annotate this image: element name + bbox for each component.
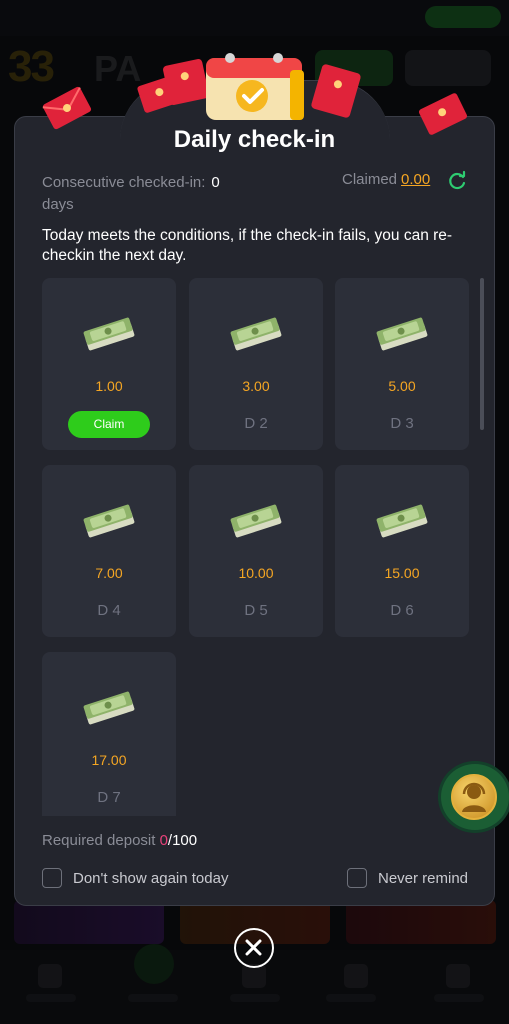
reward-amount: 15.00	[384, 565, 420, 581]
dialog-title: Daily check-in	[173, 126, 336, 153]
reward-card-day-7: 17.00 D 7	[42, 652, 176, 816]
reward-amount: 3.00	[242, 378, 270, 394]
reward-day-label: D 2	[244, 415, 268, 432]
reward-card-day-4: 7.00 D 4	[42, 465, 176, 637]
reward-card-day-5: 10.00 D 5	[189, 465, 323, 637]
claimed-value: 0.00	[401, 171, 431, 188]
close-dialog-button[interactable]	[234, 928, 274, 968]
red-envelope-icon	[42, 86, 92, 130]
close-icon	[245, 939, 262, 956]
reward-day-label: D 6	[390, 602, 414, 619]
red-envelope-icon	[311, 64, 361, 118]
money-stack-icon	[230, 317, 282, 351]
consecutive-value: 0	[211, 174, 220, 191]
never-remind-label[interactable]: Never remind	[378, 870, 468, 887]
never-remind-checkbox[interactable]	[347, 868, 367, 888]
dont-show-today-checkbox[interactable]	[42, 868, 62, 888]
reward-grid: 1.00 Claim 3.00 D 2 5.00 D 3 7.00 D 4 10…	[42, 278, 472, 816]
reward-amount: 1.00	[95, 378, 123, 394]
reward-day-label: D 4	[97, 602, 121, 619]
money-stack-icon	[83, 691, 135, 725]
deposit-current: 0	[159, 832, 168, 849]
reward-card-day-6: 15.00 D 6	[335, 465, 469, 637]
reward-grid-scrollbar[interactable]	[480, 278, 484, 430]
reward-card-day-2: 3.00 D 2	[189, 278, 323, 450]
money-stack-icon	[83, 317, 135, 351]
reward-day-label: D 3	[390, 415, 414, 432]
reward-amount: 10.00	[238, 565, 274, 581]
money-stack-icon	[83, 504, 135, 538]
consecutive-label: Consecutive checked-in:	[42, 174, 206, 191]
calendar-check-icon	[206, 53, 304, 120]
reward-amount: 5.00	[388, 378, 416, 394]
refresh-icon[interactable]	[446, 170, 468, 192]
claim-button[interactable]: Claim	[68, 411, 150, 438]
reward-amount: 7.00	[95, 565, 123, 581]
customer-support-button[interactable]	[441, 764, 509, 830]
money-stack-icon	[376, 317, 428, 351]
deposit-label: Required deposit	[42, 832, 160, 849]
reward-day-label: D 5	[244, 602, 268, 619]
reward-card-day-1: 1.00 Claim	[42, 278, 176, 450]
reward-card-day-3: 5.00 D 3	[335, 278, 469, 450]
checkin-notice: Today meets the conditions, if the check…	[42, 227, 453, 264]
customer-support-icon	[451, 774, 497, 820]
consecutive-unit: days	[42, 196, 74, 213]
consecutive-checkin: Consecutive checked-in: 0 days	[42, 172, 262, 216]
claimed-label: Claimed	[342, 171, 398, 188]
reward-amount: 17.00	[91, 752, 127, 768]
deposit-total: /100	[167, 832, 198, 849]
claimed-total: Claimed 0.00	[342, 172, 430, 188]
money-stack-icon	[376, 504, 428, 538]
dont-show-today-label[interactable]: Don't show again today	[73, 870, 228, 887]
required-deposit: Required deposit 0/100	[42, 832, 197, 849]
money-stack-icon	[230, 504, 282, 538]
reward-day-label: D 7	[97, 789, 121, 806]
